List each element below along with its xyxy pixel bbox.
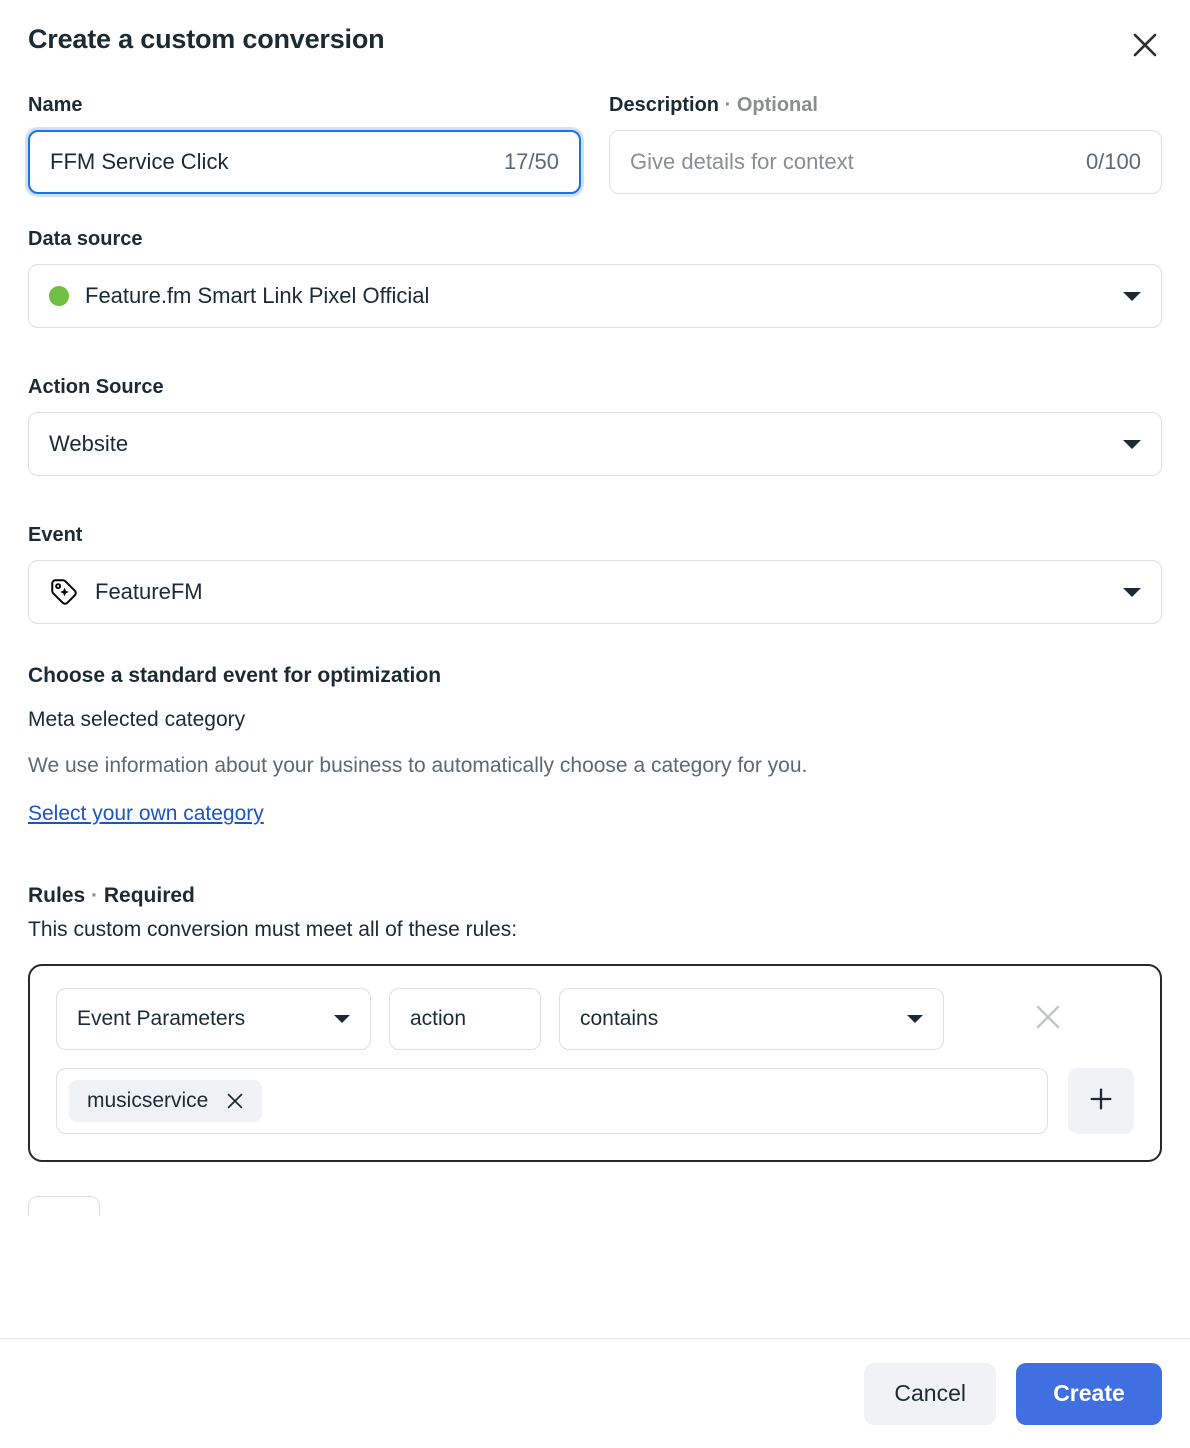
description-label: Description · Optional: [609, 92, 1162, 118]
page-title: Create a custom conversion: [28, 24, 385, 54]
remove-token-icon[interactable]: [224, 1090, 246, 1112]
standard-event-description: We use information about your business t…: [28, 754, 808, 777]
rules-required-badge: Required: [103, 884, 195, 907]
name-label: Name: [28, 94, 83, 116]
rules-heading: Rules · Required: [28, 884, 1162, 908]
chevron-down-icon: [1123, 291, 1141, 301]
rules-heading-separator: ·: [91, 884, 99, 907]
description-label-text: Description: [609, 94, 720, 116]
close-icon: [1033, 1002, 1063, 1037]
name-input-value: FFM Service Click: [50, 149, 229, 174]
description-input-placeholder: Give details for context: [630, 149, 854, 174]
chevron-down-icon: [334, 1015, 350, 1023]
rules-section: Rules · Required This custom conversion …: [28, 884, 1162, 1216]
event-select[interactable]: FeatureFM: [28, 560, 1162, 624]
rule-row: Event Parameters action contains: [56, 988, 1134, 1050]
create-button[interactable]: Create: [1016, 1362, 1162, 1425]
rules-heading-text: Rules: [28, 884, 86, 907]
add-rule-button-partial[interactable]: [28, 1196, 100, 1216]
data-source-select[interactable]: Feature.fm Smart Link Pixel Official: [28, 264, 1162, 328]
name-input[interactable]: FFM Service Click 17/50: [28, 130, 581, 194]
name-field-group: Name FFM Service Click 17/50: [28, 92, 581, 194]
close-icon: [1132, 32, 1158, 58]
chevron-down-icon: [907, 1015, 923, 1023]
chevron-down-icon: [1123, 587, 1141, 597]
meta-selected-category-label: Meta selected category: [28, 708, 246, 731]
dialog-body: Name FFM Service Click 17/50 Description…: [0, 78, 1190, 1338]
action-source-group: Action Source Website: [28, 374, 1162, 476]
close-button[interactable]: [1122, 22, 1168, 68]
cancel-button[interactable]: Cancel: [864, 1362, 996, 1425]
remove-rule-button[interactable]: [1022, 993, 1074, 1045]
rule-value-row: musicservice: [56, 1068, 1134, 1134]
rules-subtitle: This custom conversion must meet all of …: [28, 918, 518, 941]
action-source-select[interactable]: Website: [28, 412, 1162, 476]
rule-key-value: action: [410, 1007, 467, 1030]
event-value: FeatureFM: [95, 579, 203, 604]
data-source-label: Data source: [28, 228, 143, 250]
data-source-group: Data source Feature.fm Smart Link Pixel …: [28, 226, 1162, 328]
status-dot-icon: [49, 286, 69, 306]
action-source-label: Action Source: [28, 376, 164, 398]
rule-parameter-value: Event Parameters: [77, 1007, 246, 1030]
tag-icon: [49, 577, 79, 607]
rule-key-input[interactable]: action: [389, 988, 541, 1050]
rule-card: Event Parameters action contains musicse…: [28, 964, 1162, 1162]
select-own-category-link[interactable]: Select your own category: [28, 802, 264, 826]
rule-value-input[interactable]: musicservice: [56, 1068, 1048, 1134]
standard-event-heading: Choose a standard event for optimization: [28, 664, 442, 687]
rule-parameter-select[interactable]: Event Parameters: [56, 988, 371, 1050]
name-char-counter: 17/50: [503, 149, 559, 174]
chevron-down-icon: [1123, 439, 1141, 449]
create-custom-conversion-dialog: Create a custom conversion Name FFM Serv…: [0, 0, 1190, 1448]
event-group: Event FeatureFM: [28, 522, 1162, 624]
rule-operator-value: contains: [580, 1007, 659, 1030]
clipped-control-area: [28, 1196, 1162, 1216]
data-source-value: Feature.fm Smart Link Pixel Official: [85, 283, 430, 308]
description-label-optional: Optional: [736, 94, 818, 116]
dialog-header: Create a custom conversion: [0, 0, 1190, 78]
event-label: Event: [28, 524, 83, 546]
value-token: musicservice: [69, 1080, 263, 1122]
description-field-group: Description · Optional Give details for …: [609, 92, 1162, 194]
description-label-separator: ·: [724, 94, 732, 116]
value-token-label: musicservice: [87, 1089, 209, 1112]
rule-operator-select[interactable]: contains: [559, 988, 944, 1050]
add-value-button[interactable]: [1068, 1068, 1134, 1134]
standard-event-section: Choose a standard event for optimization…: [28, 664, 1162, 826]
name-description-row: Name FFM Service Click 17/50 Description…: [28, 92, 1162, 194]
description-char-counter: 0/100: [1085, 149, 1141, 174]
plus-icon: [1087, 1085, 1115, 1118]
dialog-footer: Cancel Create: [0, 1338, 1190, 1448]
description-input[interactable]: Give details for context 0/100: [609, 130, 1162, 194]
action-source-value: Website: [49, 431, 129, 456]
